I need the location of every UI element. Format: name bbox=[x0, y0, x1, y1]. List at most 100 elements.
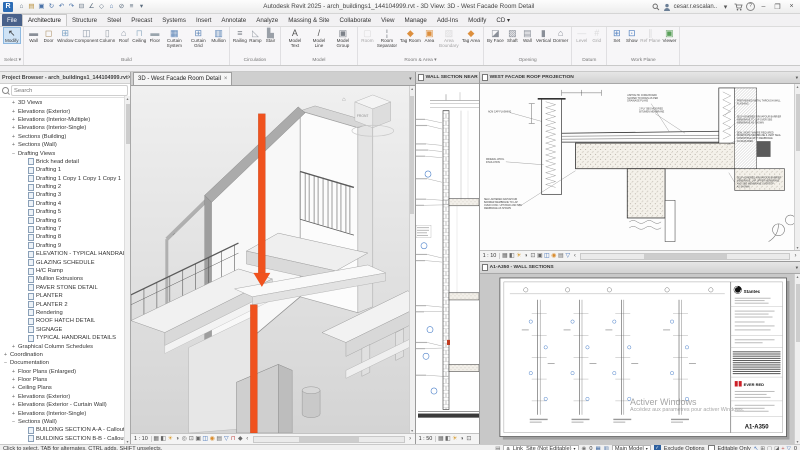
active-workset-select[interactable]: a_Link_Site (Not Editable) ▾ bbox=[503, 444, 579, 450]
ribbon-tab[interactable]: Collaborate bbox=[335, 14, 377, 26]
exclude-options-checkbox[interactable] bbox=[653, 445, 661, 450]
model-text[interactable]: A Model Text bbox=[283, 28, 307, 49]
crop-view-icon[interactable]: ⊡ bbox=[529, 252, 536, 261]
editing-requests-icon[interactable]: ◉ bbox=[582, 446, 587, 450]
tree-expand-glyph[interactable]: + bbox=[11, 117, 16, 123]
component[interactable]: ◫ Component bbox=[74, 28, 99, 43]
browser-tree-item[interactable]: + Elevations (Exterior) bbox=[0, 107, 130, 115]
tree-expand-glyph[interactable]: + bbox=[11, 344, 16, 350]
view-tab-list-caret[interactable]: ▾ bbox=[409, 76, 412, 82]
area[interactable]: ▣ Area bbox=[422, 28, 437, 43]
browser-tree-item[interactable]: Drafting 4 bbox=[0, 200, 130, 208]
stair[interactable]: ▙ Stair bbox=[263, 28, 278, 43]
analytical-model-icon[interactable]: ▽ bbox=[223, 435, 230, 444]
sheet-vertical-scrollbar[interactable]: ▴ ▾ bbox=[794, 274, 800, 444]
set-work-plane[interactable]: ⊞ Set bbox=[609, 28, 624, 43]
filter-icon[interactable]: ▽ bbox=[787, 446, 791, 450]
temporary-hide-icon[interactable]: ◫ bbox=[543, 252, 550, 261]
viewer[interactable]: ▣ Viewer bbox=[661, 28, 677, 43]
browser-tree-item[interactable]: + Floor Plans bbox=[0, 376, 130, 384]
ribbon-tab[interactable]: Precast bbox=[126, 14, 157, 26]
main-view-vertical-scrollbar[interactable]: ▴ ▾ bbox=[408, 86, 415, 433]
wall-section-panel-header[interactable]: WALL SECTION NEAR GRIDLINE D ▾ bbox=[415, 72, 479, 84]
room-separator[interactable]: ¦ Room Separator bbox=[375, 28, 399, 49]
tree-expand-glyph[interactable]: − bbox=[11, 151, 16, 157]
browser-tree-item[interactable]: + Elevations (Interior-Multiple) bbox=[0, 116, 130, 124]
tree-expand-glyph[interactable]: + bbox=[11, 109, 16, 115]
worksharing-icon[interactable]: ▦ bbox=[595, 446, 600, 450]
railing[interactable]: ≡ Railing bbox=[232, 28, 248, 43]
detail-level-icon[interactable]: ▦ bbox=[153, 435, 160, 444]
revit-logo[interactable]: R bbox=[3, 1, 13, 12]
area-boundary[interactable]: ▨ Area Boundary bbox=[437, 28, 461, 49]
ribbon-tab[interactable]: Massing & Site bbox=[283, 14, 334, 26]
username[interactable]: cesar.r.escalan.. bbox=[674, 4, 717, 10]
viewcube-home-icon[interactable]: ⌂ bbox=[342, 97, 346, 103]
shadows-icon[interactable]: ◑ bbox=[458, 435, 465, 444]
temporary-view-properties-icon[interactable]: ▤ bbox=[557, 252, 564, 261]
by-face[interactable]: ◪ By Face bbox=[486, 28, 505, 43]
design-option-select[interactable]: Main Model ▾ bbox=[611, 444, 651, 450]
ref-plane[interactable]: ∥ Ref Plane bbox=[639, 28, 661, 43]
reveal-hidden-icon[interactable]: ◉ bbox=[550, 252, 557, 261]
scroll-left-icon[interactable]: ‹ bbox=[245, 436, 250, 442]
browser-tree-item[interactable]: + Sections (Wall) bbox=[0, 141, 130, 149]
browser-tree-item[interactable]: − Drafting Views bbox=[0, 149, 130, 157]
design-options-icon[interactable]: ▥ bbox=[604, 446, 609, 450]
worksharing-display-icon[interactable]: ◆ bbox=[237, 435, 244, 444]
ribbon-group-label[interactable]: Build bbox=[26, 57, 227, 65]
ribbon-group-label[interactable]: Model bbox=[283, 57, 355, 65]
ceiling[interactable]: ⊓ Ceiling bbox=[131, 28, 147, 43]
roof-canvas[interactable]: ACM CAP FLASHING MINERAL WOOL INSULATION… bbox=[479, 84, 800, 251]
level[interactable]: ― Level bbox=[574, 28, 589, 43]
tree-expand-glyph[interactable]: + bbox=[3, 352, 8, 358]
browser-tree-item[interactable]: PAVER STONE DETAIL bbox=[0, 284, 130, 292]
browser-tree-item[interactable]: Drafting 1 Copy 1 Copy 1 Copy 1 bbox=[0, 175, 130, 183]
ribbon-tab[interactable]: Systems bbox=[157, 14, 191, 26]
ribbon-group-label[interactable]: Datum bbox=[574, 57, 604, 65]
ribbon-tab[interactable]: Analyze bbox=[251, 14, 283, 26]
ribbon-group-label[interactable]: Opening bbox=[486, 57, 569, 65]
browser-tree-item[interactable]: ELEVATION - TYPICAL HANDRAIL bbox=[0, 250, 130, 258]
main-3d-canvas[interactable]: ⌂ FRONT ▴ ▾ bbox=[131, 86, 415, 433]
tree-expand-glyph[interactable]: + bbox=[11, 402, 16, 408]
sheet-canvas[interactable]: Stantec EVER RED A1-A350 ▴ ▾ bbox=[479, 274, 800, 444]
crop-view-icon[interactable]: ⊡ bbox=[465, 435, 472, 444]
dormer[interactable]: ⌂ Dormer bbox=[552, 28, 569, 43]
browser-tree-item[interactable]: Brick head detail bbox=[0, 158, 130, 166]
model-group[interactable]: ▣ Model Group bbox=[331, 28, 355, 49]
show-work-plane[interactable]: ⊡ Show bbox=[624, 28, 639, 43]
ribbon-group-label[interactable]: Room & Area ▾ bbox=[360, 57, 481, 65]
open-file-icon[interactable]: ▤ bbox=[27, 1, 36, 12]
tree-expand-glyph[interactable]: + bbox=[11, 411, 16, 417]
undo-icon[interactable]: ↶ bbox=[57, 1, 66, 12]
visual-style-icon[interactable]: ◧ bbox=[508, 252, 515, 261]
view-tab-active[interactable]: 3D - West Facade Room Detail × bbox=[133, 72, 233, 85]
select-links-icon[interactable]: ⊞ bbox=[760, 446, 765, 450]
tree-expand-glyph[interactable]: + bbox=[11, 369, 16, 375]
ribbon-tab[interactable]: Insert bbox=[191, 14, 216, 26]
tree-expand-glyph[interactable]: + bbox=[11, 142, 16, 148]
ribbon-group-label[interactable]: Circulation bbox=[232, 57, 278, 65]
browser-tree-item[interactable]: + Sections (Building) bbox=[0, 133, 130, 141]
browser-tree-item[interactable]: +3D Views bbox=[0, 99, 130, 107]
detail-level-icon[interactable]: ▦ bbox=[501, 252, 508, 261]
tree-expand-glyph[interactable]: − bbox=[3, 360, 8, 366]
browser-tree-item[interactable]: Rendering bbox=[0, 309, 130, 317]
detail-level-icon[interactable]: ▦ bbox=[437, 435, 444, 444]
measure-icon[interactable]: ∠ bbox=[87, 1, 96, 12]
browser-tree-item[interactable]: + Floor Plans (Enlarged) bbox=[0, 368, 130, 376]
view-tab-close-icon[interactable]: × bbox=[224, 76, 228, 82]
horizontal-scrollbar[interactable] bbox=[580, 252, 790, 260]
rendering-icon[interactable]: ◎ bbox=[181, 435, 188, 444]
browser-tree-item[interactable]: + Coordination bbox=[0, 351, 130, 359]
shaft[interactable]: ▨ Shaft bbox=[505, 28, 520, 43]
browser-tree-item[interactable]: − Sections (Wall) bbox=[0, 418, 130, 426]
visual-style-icon[interactable]: ◧ bbox=[444, 435, 451, 444]
browser-tree-item[interactable]: Drafting 8 bbox=[0, 233, 130, 241]
select-by-face-icon[interactable]: + bbox=[781, 446, 784, 450]
user-menu-caret[interactable]: ▾ bbox=[720, 3, 731, 11]
browser-tree-item[interactable]: Mullion Extrusions bbox=[0, 275, 130, 283]
select-underlay-icon[interactable]: ▢ bbox=[767, 446, 772, 450]
sun-path-icon[interactable]: ☀ bbox=[167, 435, 174, 444]
